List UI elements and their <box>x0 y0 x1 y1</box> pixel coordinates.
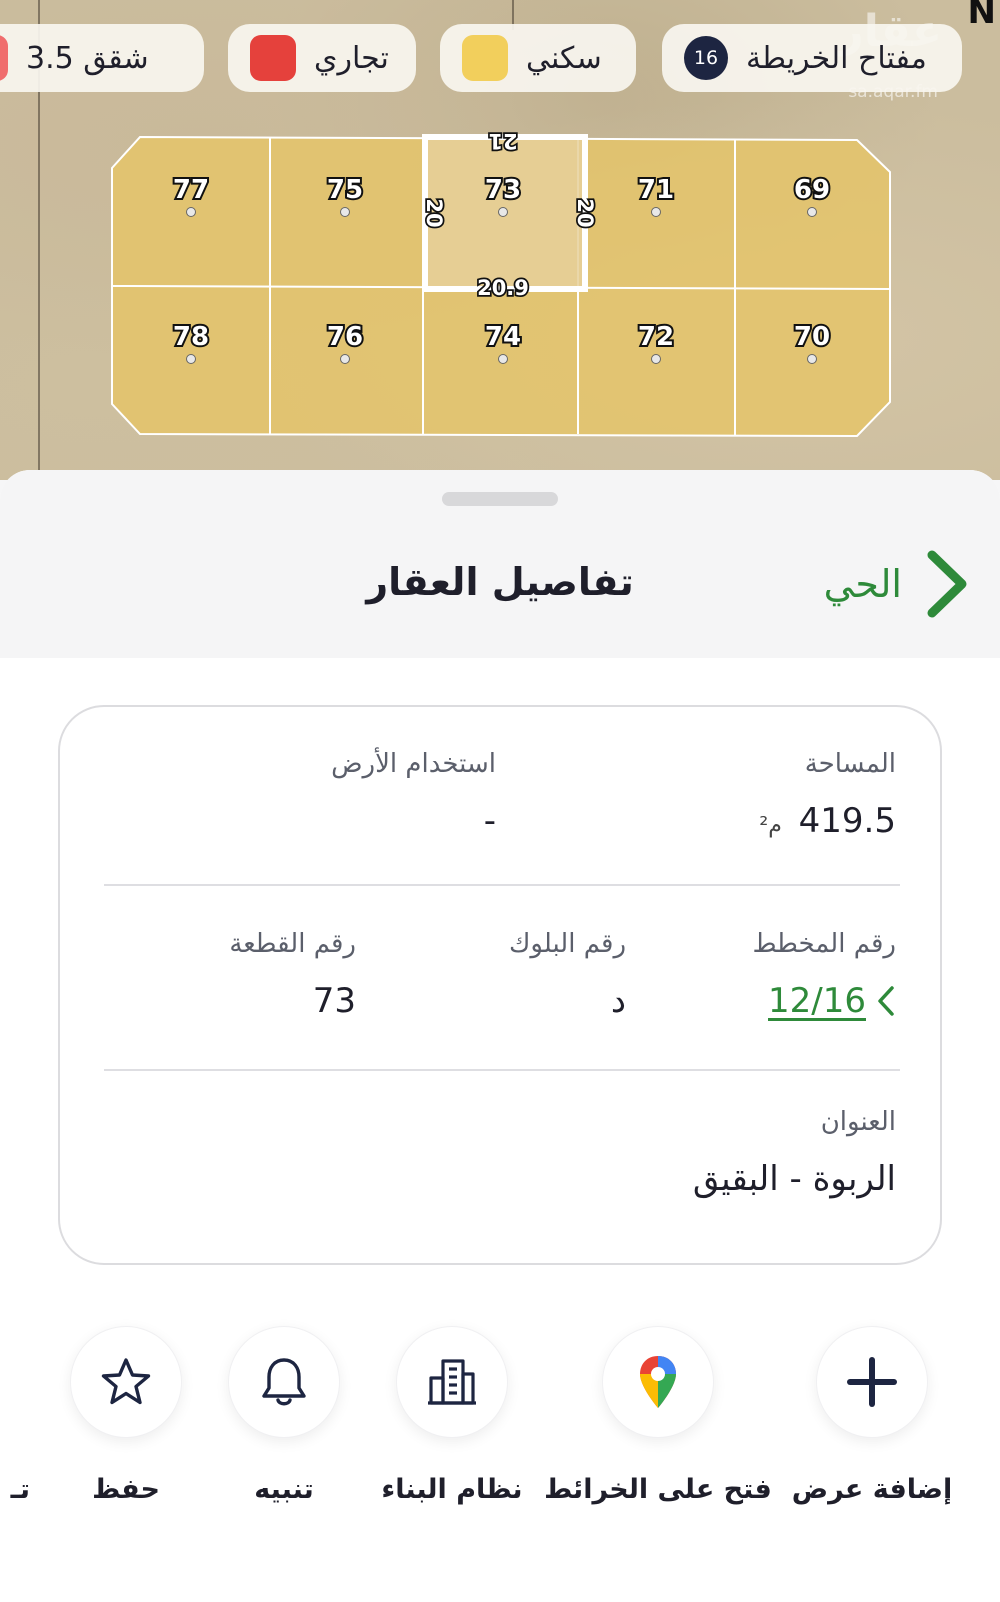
legend-swatch-residential <box>462 35 508 81</box>
plot-number-label[interactable]: 69 <box>792 173 832 207</box>
map-legend: مفتاح الخريطة 16 سكني تجاري شقق 3.5 <box>0 24 1000 92</box>
parcel-number-field: رقم القطعة 73 <box>229 929 356 1021</box>
plan-number-value: 12/16 <box>768 981 866 1021</box>
plan-number-field: رقم المخطط 12/16 <box>752 929 896 1026</box>
map-pin-icon <box>640 1356 676 1408</box>
plot-number-label[interactable]: 76 <box>325 320 365 354</box>
address-field: العنوان الربوة - البقيق <box>693 1107 896 1199</box>
plan-number-link[interactable]: 12/16 <box>768 981 896 1021</box>
plot-center-dot <box>186 207 196 217</box>
area-field: المساحة 419.5 م² <box>759 749 896 841</box>
plot-center-dot <box>186 354 196 364</box>
plot-center-dot <box>807 207 817 217</box>
plus-icon <box>847 1357 897 1407</box>
address-label: العنوان <box>820 1107 896 1137</box>
add-offer-circle[interactable] <box>816 1326 928 1438</box>
plot-center-dot <box>498 207 508 217</box>
area-unit: م² <box>759 813 782 838</box>
divider <box>104 884 900 886</box>
alert-button[interactable]: تنبيه <box>194 1326 374 1526</box>
address-value: الربوة - البقيق <box>692 1159 896 1199</box>
plot-center-dot <box>651 354 661 364</box>
plot-number-label[interactable]: 74 <box>483 320 523 354</box>
building-code-button[interactable]: نظام البناء <box>362 1326 542 1526</box>
area-label: المساحة <box>804 749 896 779</box>
legend-swatch-commercial <box>250 35 296 81</box>
block-number-label: رقم البلوك <box>508 929 626 959</box>
plot-center-dot <box>340 207 350 217</box>
plot-dim-bottom: 20.9 <box>477 276 529 300</box>
neighborhood-link[interactable]: الحي <box>824 544 970 624</box>
legend-chip-apartments[interactable]: شقق 3.5 <box>0 24 204 92</box>
map-view[interactable]: 77757371697876747270 21 20.9 20 20 عقار … <box>0 0 1000 480</box>
plot-dim-left: 20 <box>422 198 446 227</box>
alert-circle[interactable] <box>228 1326 340 1438</box>
legend-swatch-apartments <box>0 35 8 81</box>
add-offer-label: إضافة عرض <box>791 1474 953 1505</box>
plot-number-label[interactable]: 75 <box>325 173 365 207</box>
plot-center-dot <box>498 354 508 364</box>
plot-number-label[interactable]: 78 <box>171 320 211 354</box>
legend-chip-commercial[interactable]: تجاري <box>228 24 416 92</box>
star-icon <box>101 1358 151 1405</box>
legend-chip-residential[interactable]: سكني <box>440 24 636 92</box>
chevron-right-icon <box>927 550 967 618</box>
parcel-number-value: 73 <box>312 981 356 1021</box>
plan-number-row: 12/16 <box>752 981 896 1026</box>
property-details-card: المساحة 419.5 م² استخدام الأرض - رقم الم… <box>58 705 942 1265</box>
open-in-maps-label: فتح على الخرائط <box>544 1474 772 1505</box>
block-number-field: رقم البلوك د <box>509 929 626 1021</box>
divider <box>104 1069 900 1071</box>
open-in-maps-button[interactable]: فتح على الخرائط <box>544 1326 772 1526</box>
bell-icon <box>262 1358 306 1406</box>
save-circle[interactable] <box>70 1326 182 1438</box>
legend-label-residential: سكني <box>526 40 602 76</box>
drag-handle[interactable] <box>442 492 558 506</box>
plot-number-label[interactable]: 71 <box>636 173 676 207</box>
plot-dim-top: 21 <box>488 129 517 153</box>
chevron-left-icon <box>878 986 894 1016</box>
plot-number-label[interactable]: 70 <box>792 320 832 354</box>
more-action-button[interactable]: تـ <box>0 1326 30 1526</box>
sheet-header: تفاصيل العقار الحي <box>0 470 1000 658</box>
parcel-number-label: رقم القطعة <box>229 929 356 959</box>
building-code-label: نظام البناء <box>381 1474 523 1505</box>
legend-label-commercial: تجاري <box>314 40 389 76</box>
building-icon <box>428 1359 476 1405</box>
building-code-circle[interactable] <box>396 1326 508 1438</box>
alert-label: تنبيه <box>254 1474 314 1505</box>
save-button[interactable]: حفظ <box>36 1326 216 1526</box>
plot-number-label[interactable]: 72 <box>636 320 676 354</box>
land-use-label: استخدام الأرض <box>331 749 496 779</box>
plot-number-label[interactable]: 77 <box>171 173 211 207</box>
plot-center-dot <box>651 207 661 217</box>
area-value: 419.5 <box>798 801 896 841</box>
legend-label-apartments: شقق 3.5 <box>26 40 149 76</box>
more-action-label: تـ <box>10 1474 30 1505</box>
legend-key-label: مفتاح الخريطة <box>746 40 927 76</box>
legend-key-chip[interactable]: مفتاح الخريطة 16 <box>662 24 962 92</box>
plot-dim-right: 20 <box>573 198 597 227</box>
land-use-field: استخدام الأرض - <box>331 749 496 841</box>
open-in-maps-circle[interactable] <box>602 1326 714 1438</box>
legend-count-badge: 16 <box>684 36 728 80</box>
land-use-value: - <box>483 801 496 841</box>
plot-number-label[interactable]: 73 <box>483 173 523 207</box>
plan-number-label: رقم المخطط <box>752 929 896 959</box>
plot-center-dot <box>340 354 350 364</box>
block-number-value: د <box>610 981 626 1021</box>
area-value-row: 419.5 م² <box>759 801 896 841</box>
save-label: حفظ <box>92 1474 160 1505</box>
add-offer-button[interactable]: إضافة عرض <box>782 1326 962 1526</box>
neighborhood-link-label: الحي <box>823 562 902 606</box>
plot-center-dot <box>807 354 817 364</box>
